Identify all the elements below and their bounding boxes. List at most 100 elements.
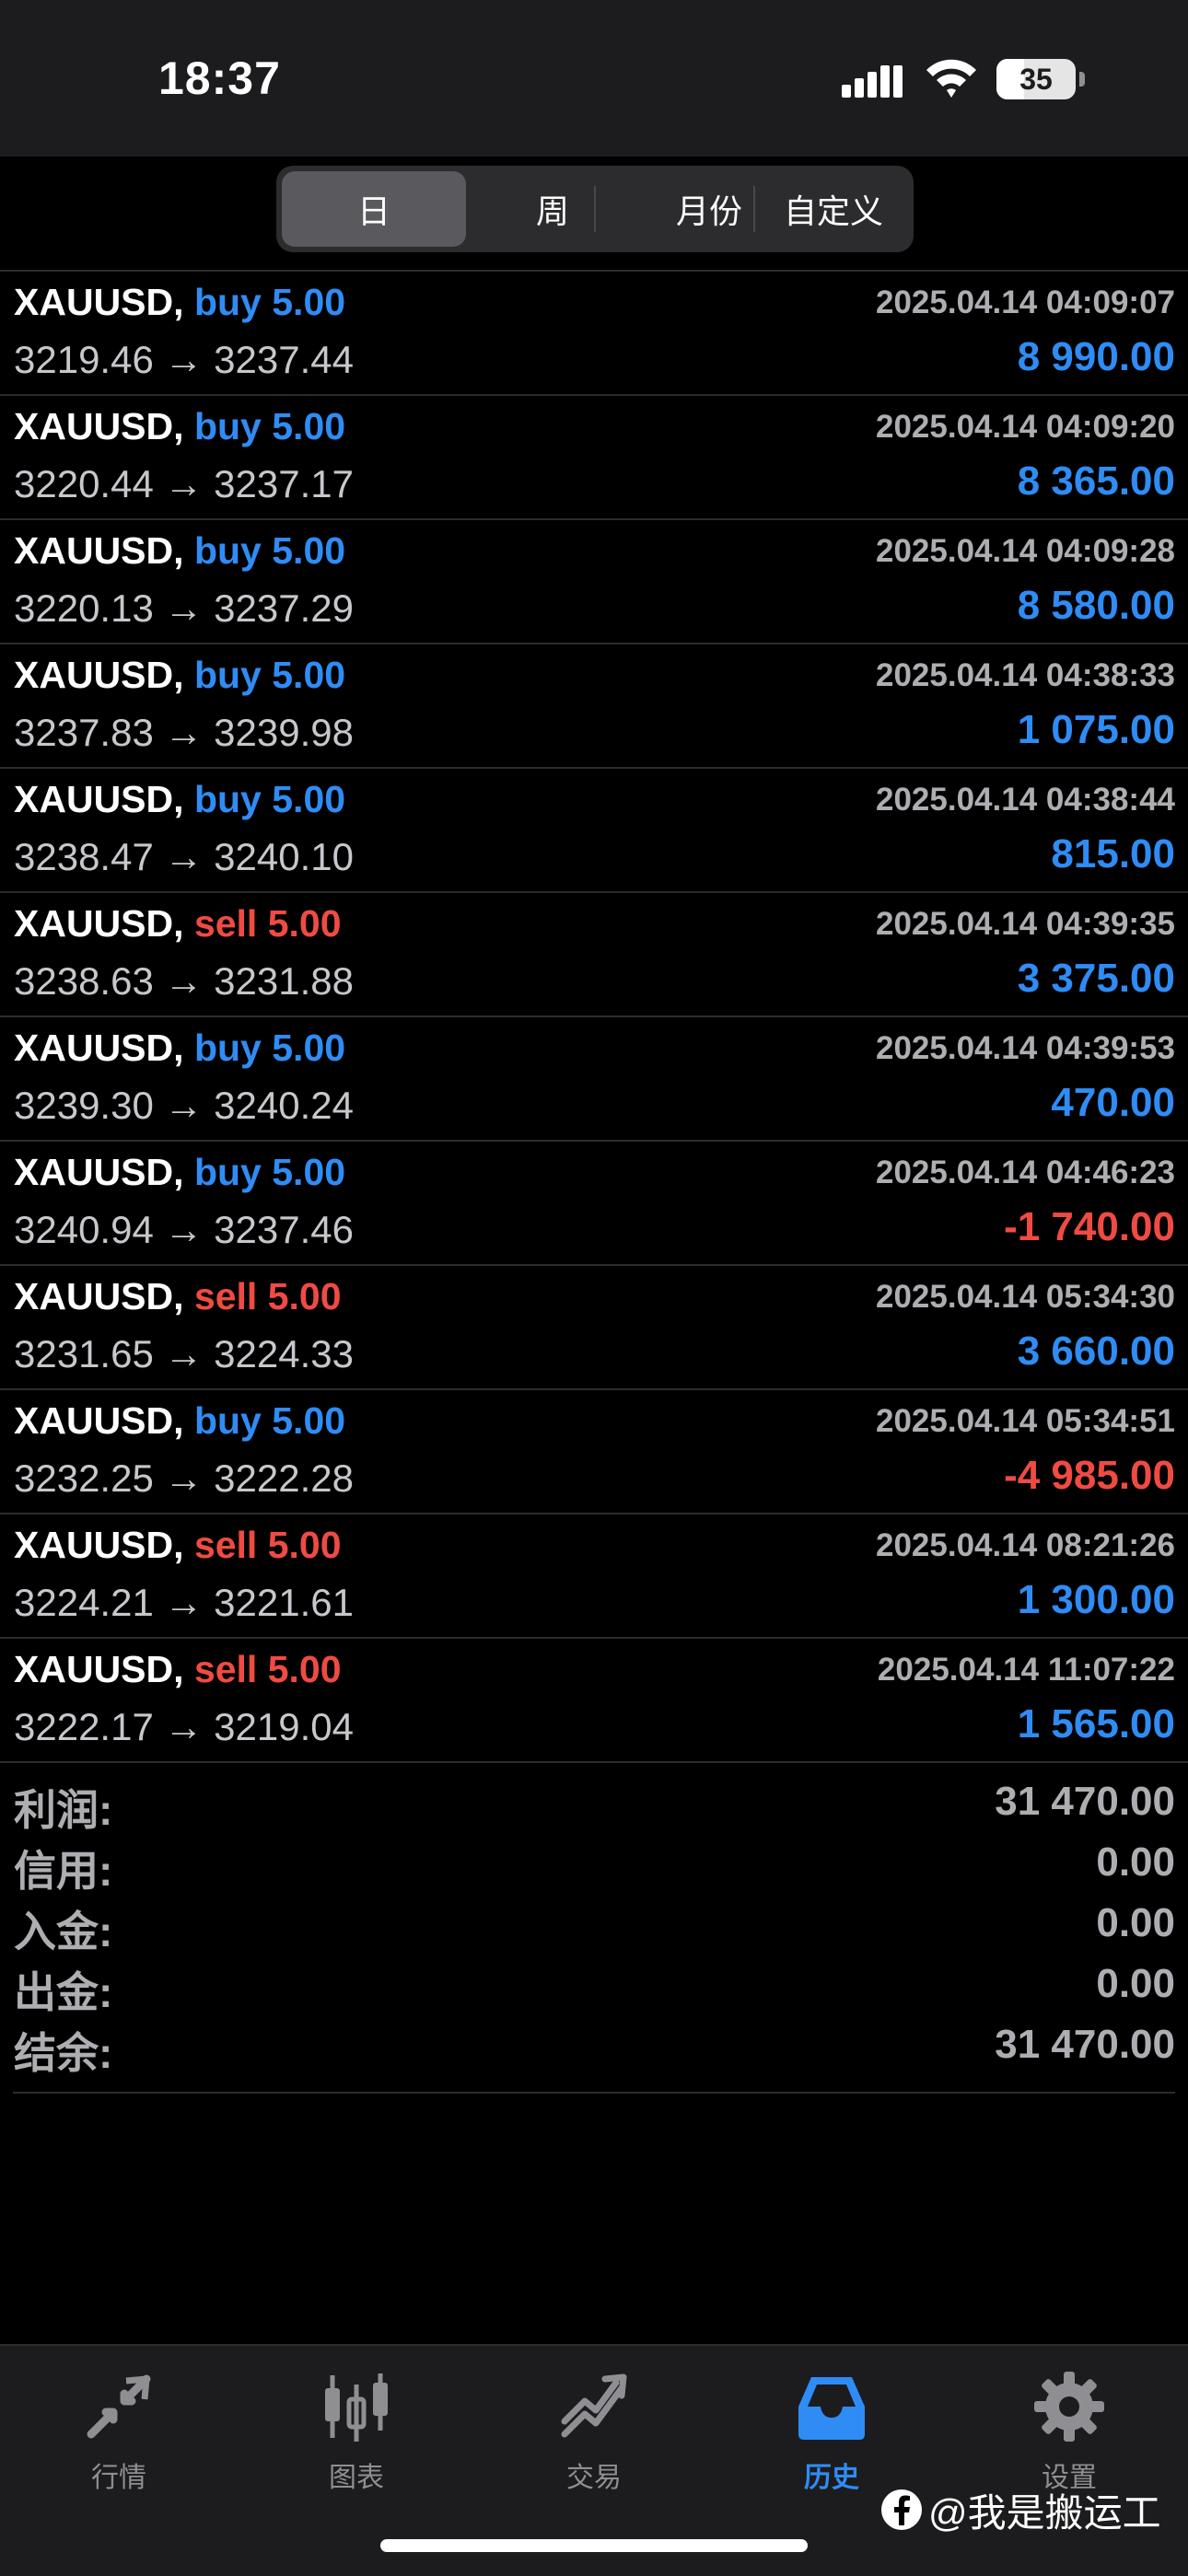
- home-indicator[interactable]: [380, 2539, 808, 2552]
- deal-row[interactable]: XAUUSD, buy 5.00 3238.47 → 3240.10 2025.04…: [0, 769, 1188, 893]
- summary-row: 利润: 31 470.00: [0, 1777, 1188, 1838]
- deal-symbol-line: XAUUSD, buy 5.00: [14, 281, 345, 324]
- deal-row[interactable]: XAUUSD, buy 5.00 3220.13 → 3237.29 2025.04…: [0, 520, 1188, 644]
- candlestick-chart-icon: [325, 2373, 388, 2442]
- deal-volume: 5.00: [267, 902, 342, 945]
- deal-price-line: 3237.83 → 3239.98: [14, 711, 354, 755]
- deal-symbol: XAUUSD,: [14, 902, 184, 945]
- deal-datetime: 2025.04.14 04:09:07: [876, 284, 1175, 320]
- deal-volume: 5.00: [272, 1027, 346, 1069]
- deal-price-line: 3238.47 → 3240.10: [14, 835, 354, 879]
- deal-volume: 5.00: [272, 778, 346, 820]
- deal-volume: 5.00: [267, 1648, 342, 1690]
- deal-symbol-line: XAUUSD, buy 5.00: [14, 778, 345, 821]
- deal-row[interactable]: XAUUSD, sell 5.00 3238.63 → 3231.88 2025.0…: [0, 893, 1188, 1017]
- status-time: 18:37: [158, 52, 281, 104]
- deal-price-line: 3219.46 → 3237.44: [14, 338, 354, 382]
- segment-day[interactable]: 日: [282, 171, 466, 247]
- deal-close-price: 3240.10: [214, 835, 354, 878]
- deal-volume: 5.00: [272, 654, 346, 696]
- segment-custom[interactable]: 自定义: [755, 171, 912, 247]
- deal-volume: 5.00: [272, 1151, 346, 1193]
- deal-symbol-line: XAUUSD, sell 5.00: [14, 1524, 342, 1567]
- summary-row: 出金: 0.00: [0, 1959, 1188, 2020]
- arrow-right-icon: →: [164, 338, 204, 381]
- deal-symbol-line: XAUUSD, buy 5.00: [14, 405, 345, 448]
- deal-symbol-line: XAUUSD, sell 5.00: [14, 902, 342, 946]
- deal-volume: 5.00: [272, 281, 346, 323]
- summary-value: 31 470.00: [995, 2022, 1175, 2067]
- deal-side: buy: [193, 1027, 262, 1069]
- deal-symbol: XAUUSD,: [14, 281, 184, 323]
- deal-list: XAUUSD, buy 5.00 3219.46 → 3237.44 2025.04…: [0, 270, 1188, 1763]
- summary-value: 0.00: [1096, 1961, 1175, 2006]
- arrow-right-icon: →: [164, 1456, 204, 1500]
- deal-close-price: 3231.88: [214, 959, 354, 1003]
- history-inbox-icon: [798, 2377, 865, 2440]
- deal-open-price: 3219.46: [14, 338, 154, 381]
- deal-datetime: 2025.04.14 04:09:28: [876, 533, 1175, 569]
- deal-close-price: 3221.61: [214, 1581, 354, 1624]
- deal-datetime: 2025.04.14 05:34:30: [876, 1279, 1175, 1315]
- arrow-right-icon: →: [164, 586, 204, 630]
- deal-symbol: XAUUSD,: [14, 654, 184, 696]
- deal-datetime: 2025.04.14 04:46:23: [876, 1155, 1175, 1190]
- tab-label: 图表: [329, 2463, 384, 2493]
- period-segmented-control: 日 周 月份 自定义: [276, 166, 914, 252]
- deal-open-price: 3237.83: [14, 711, 154, 754]
- deal-side: sell: [193, 902, 258, 945]
- deal-open-price: 3238.47: [14, 835, 154, 878]
- tab-quotes[interactable]: 行情: [0, 2362, 238, 2510]
- deal-row[interactable]: XAUUSD, buy 5.00 3219.46 → 3237.44 2025.04…: [0, 272, 1188, 396]
- deal-row[interactable]: XAUUSD, sell 5.00 3222.17 → 3219.04 2025.0…: [0, 1639, 1188, 1763]
- deal-open-price: 3238.63: [14, 959, 154, 1003]
- segment-week[interactable]: 周: [470, 171, 635, 247]
- summary-value: 0.00: [1096, 1900, 1175, 1945]
- tab-trade[interactable]: 交易: [475, 2362, 713, 2510]
- summary-label: 入金:: [14, 1908, 113, 1955]
- deal-open-price: 3220.44: [14, 462, 154, 505]
- summary-label: 结余:: [14, 2029, 113, 2077]
- deal-side: buy: [193, 778, 262, 820]
- deal-volume: 5.00: [267, 1275, 342, 1317]
- deal-datetime: 2025.04.14 04:09:20: [876, 409, 1175, 445]
- cellular-signal-icon: [842, 65, 903, 98]
- deal-open-price: 3240.94: [14, 1208, 154, 1251]
- deal-price-line: 3220.44 → 3237.17: [14, 462, 354, 506]
- deal-row[interactable]: XAUUSD, buy 5.00 3240.94 → 3237.46 2025.04…: [0, 1142, 1188, 1266]
- deal-row[interactable]: XAUUSD, buy 5.00 3232.25 → 3222.28 2025.04…: [0, 1390, 1188, 1514]
- deal-datetime: 2025.04.14 04:38:33: [876, 657, 1175, 693]
- summary-divider: [13, 2092, 1175, 2094]
- deal-row[interactable]: XAUUSD, buy 5.00 3239.30 → 3240.24 2025.04…: [0, 1017, 1188, 1142]
- deal-profit: 3 375.00: [1017, 956, 1175, 1001]
- deal-symbol-line: XAUUSD, buy 5.00: [14, 1027, 345, 1070]
- deal-profit: 1 300.00: [1017, 1577, 1175, 1622]
- deal-side: sell: [193, 1648, 258, 1690]
- deal-side: buy: [193, 1151, 262, 1193]
- deal-open-price: 3239.30: [14, 1084, 154, 1127]
- deal-row[interactable]: XAUUSD, sell 5.00 3231.65 → 3224.33 2025.0…: [0, 1266, 1188, 1390]
- deal-price-line: 3231.65 → 3224.33: [14, 1332, 354, 1376]
- deal-price-line: 3239.30 → 3240.24: [14, 1084, 354, 1128]
- deal-profit: 8 365.00: [1017, 458, 1175, 504]
- status-bar: 18:37 35 日 周 月份 自定义: [0, 0, 1188, 252]
- deal-close-price: 3237.29: [214, 586, 354, 630]
- gear-icon: [1034, 2372, 1104, 2442]
- deal-datetime: 2025.04.14 11:07:22: [877, 1652, 1175, 1688]
- deal-open-price: 3220.13: [14, 586, 154, 630]
- deal-row[interactable]: XAUUSD, buy 5.00 3220.44 → 3237.17 2025.04…: [0, 396, 1188, 520]
- deal-side: sell: [193, 1275, 258, 1317]
- deal-symbol-line: XAUUSD, buy 5.00: [14, 654, 345, 697]
- deal-symbol-line: XAUUSD, sell 5.00: [14, 1275, 342, 1318]
- deal-symbol: XAUUSD,: [14, 1275, 184, 1317]
- deal-row[interactable]: XAUUSD, buy 5.00 3237.83 → 3239.98 2025.04…: [0, 644, 1188, 769]
- summary-row: 入金: 0.00: [0, 1898, 1188, 1959]
- deal-symbol-line: XAUUSD, sell 5.00: [14, 1648, 342, 1691]
- summary-row: 结余: 31 470.00: [0, 2020, 1188, 2081]
- arrow-right-icon: →: [164, 1208, 204, 1251]
- deal-side: buy: [193, 654, 262, 696]
- tab-charts[interactable]: 图表: [238, 2362, 475, 2510]
- deal-datetime: 2025.04.14 05:34:51: [876, 1403, 1175, 1439]
- wifi-icon: [926, 59, 976, 98]
- deal-row[interactable]: XAUUSD, sell 5.00 3224.21 → 3221.61 2025.0…: [0, 1514, 1188, 1639]
